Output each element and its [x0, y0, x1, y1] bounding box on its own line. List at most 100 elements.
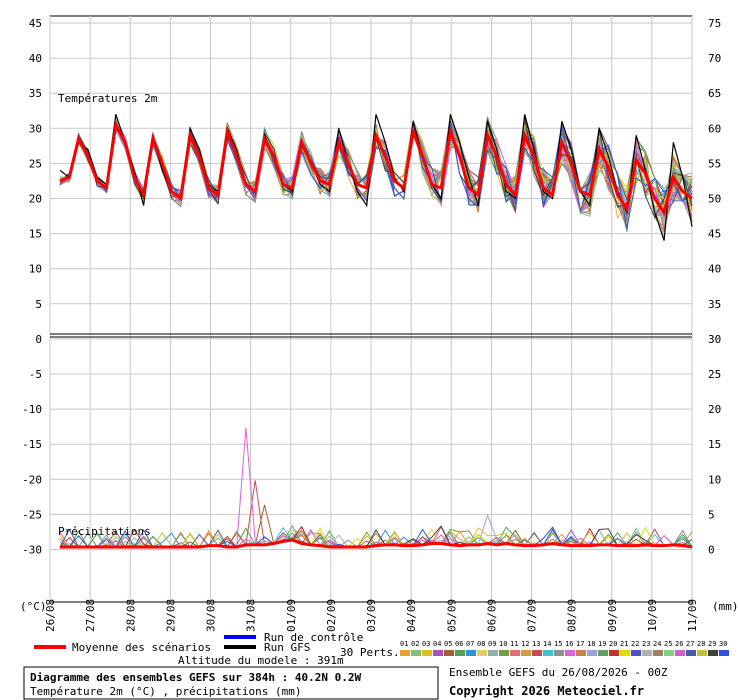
x-axis-date-labels: 26/08 27/08 28/08 29/08 30/08 31/08 01/09 02/09… — [44, 599, 699, 632]
member-swatch — [521, 650, 531, 656]
member-number: 09 — [488, 640, 496, 648]
x-date-label: 09/09 — [606, 599, 619, 632]
x-date-label: 07/09 — [526, 599, 539, 632]
member-number: 22 — [631, 640, 639, 648]
member-swatch — [587, 650, 597, 656]
right-tick-label: 45 — [708, 228, 721, 241]
x-date-label: 03/09 — [365, 599, 378, 632]
right-tick-label: 75 — [708, 17, 721, 30]
left-tick-label: 15 — [29, 228, 42, 241]
member-swatch — [499, 650, 509, 656]
left-tick-label: 0 — [35, 333, 42, 346]
x-date-label: 06/09 — [485, 599, 498, 632]
right-tick-label: 60 — [708, 122, 721, 135]
member-number: 08 — [477, 640, 485, 648]
member-number: 26 — [675, 640, 683, 648]
member-number: 01 — [400, 640, 408, 648]
member-swatch — [422, 650, 432, 656]
member-swatch — [664, 650, 674, 656]
member-swatch — [532, 650, 542, 656]
right-tick-label: 20 — [708, 403, 721, 416]
right-axis-unit: (mm) — [712, 600, 739, 613]
right-tick-label: 10 — [708, 473, 721, 486]
member-swatch — [565, 650, 575, 656]
member-swatch — [675, 650, 685, 656]
member-swatch — [455, 650, 465, 656]
copyright: Copyright 2026 Meteociel.fr — [449, 684, 644, 698]
right-tick-label: 5 — [708, 508, 715, 521]
member-swatch — [642, 650, 652, 656]
right-tick-label: 50 — [708, 193, 721, 206]
member-number: 10 — [499, 640, 507, 648]
right-tick-label: 40 — [708, 263, 721, 276]
member-swatch — [400, 650, 410, 656]
member-number: 06 — [455, 640, 463, 648]
left-tick-label: -10 — [22, 403, 42, 416]
member-swatch — [543, 650, 553, 656]
left-tick-label: -30 — [22, 544, 42, 557]
member-swatch — [488, 650, 498, 656]
x-date-label: 29/08 — [164, 599, 177, 632]
left-tick-label: 20 — [29, 193, 42, 206]
left-tick-label: -15 — [22, 438, 42, 451]
left-tick-label: 35 — [29, 87, 42, 100]
member-swatch — [444, 650, 454, 656]
model-altitude: Altitude du modele : 391m — [178, 654, 344, 667]
member-swatch — [686, 650, 696, 656]
diagram-subtitle: Température 2m (°C) , précipitations (mm… — [30, 685, 302, 698]
member-number: 18 — [587, 640, 595, 648]
member-swatch — [719, 650, 729, 656]
precipitation-panel-label: Précipitations — [58, 525, 151, 538]
ensemble-run-info: Ensemble GEFS du 26/08/2026 - 00Z — [449, 666, 668, 679]
x-date-label: 28/08 — [124, 599, 137, 632]
member-number: 15 — [554, 640, 562, 648]
x-date-label: 27/08 — [84, 599, 97, 632]
member-swatch — [411, 650, 421, 656]
right-tick-label: 15 — [708, 438, 721, 451]
members-legend: 01 02 03 04 05 06 07 08 09 10 11 12 13 14 15 16 17 18 19 20… — [400, 640, 729, 656]
right-tick-label: 30 — [708, 333, 721, 346]
left-tick-label: 40 — [29, 52, 42, 65]
member-number: 13 — [532, 640, 540, 648]
member-number: 21 — [620, 640, 628, 648]
left-tick-label: 45 — [29, 17, 42, 30]
left-tick-label: 30 — [29, 122, 42, 135]
x-date-label: 31/08 — [245, 599, 258, 632]
member-swatch — [477, 650, 487, 656]
member-swatch — [554, 650, 564, 656]
mean-legend-label: Moyenne des scénarios — [72, 641, 211, 654]
x-date-label: 08/09 — [566, 599, 579, 632]
member-number: 27 — [686, 640, 694, 648]
member-number: 03 — [422, 640, 430, 648]
left-tick-label: 5 — [35, 298, 42, 311]
gfs-legend-label: Run GFS — [264, 641, 310, 654]
member-number: 30 — [719, 640, 727, 648]
right-tick-label: 55 — [708, 157, 721, 170]
member-number: 25 — [664, 640, 672, 648]
member-swatch — [576, 650, 586, 656]
member-swatch — [598, 650, 608, 656]
x-date-label: 30/08 — [205, 599, 218, 632]
right-tick-label: 0 — [708, 544, 715, 557]
x-date-label: 11/09 — [686, 599, 699, 632]
member-swatch — [466, 650, 476, 656]
left-tick-label: -25 — [22, 508, 42, 521]
member-number: 11 — [510, 640, 518, 648]
gefs-ensemble-chart: 454035302520151050-5-10-15-20-25-30 7570… — [20, 15, 739, 700]
left-tick-label: 10 — [29, 263, 42, 276]
member-swatch — [620, 650, 630, 656]
x-date-label: 01/09 — [285, 599, 298, 632]
members-legend-title: 30 Perts. — [340, 646, 400, 659]
member-number: 07 — [466, 640, 474, 648]
right-tick-label: 25 — [708, 368, 721, 381]
left-axis-unit: (°C) — [20, 600, 47, 613]
x-date-label: 02/09 — [325, 599, 338, 632]
member-number: 04 — [433, 640, 441, 648]
member-swatch — [653, 650, 663, 656]
member-swatch — [708, 650, 718, 656]
right-tick-label: 35 — [708, 298, 721, 311]
member-number: 19 — [598, 640, 606, 648]
right-tick-label: 65 — [708, 87, 721, 100]
member-number: 17 — [576, 640, 584, 648]
right-tick-label: 70 — [708, 52, 721, 65]
